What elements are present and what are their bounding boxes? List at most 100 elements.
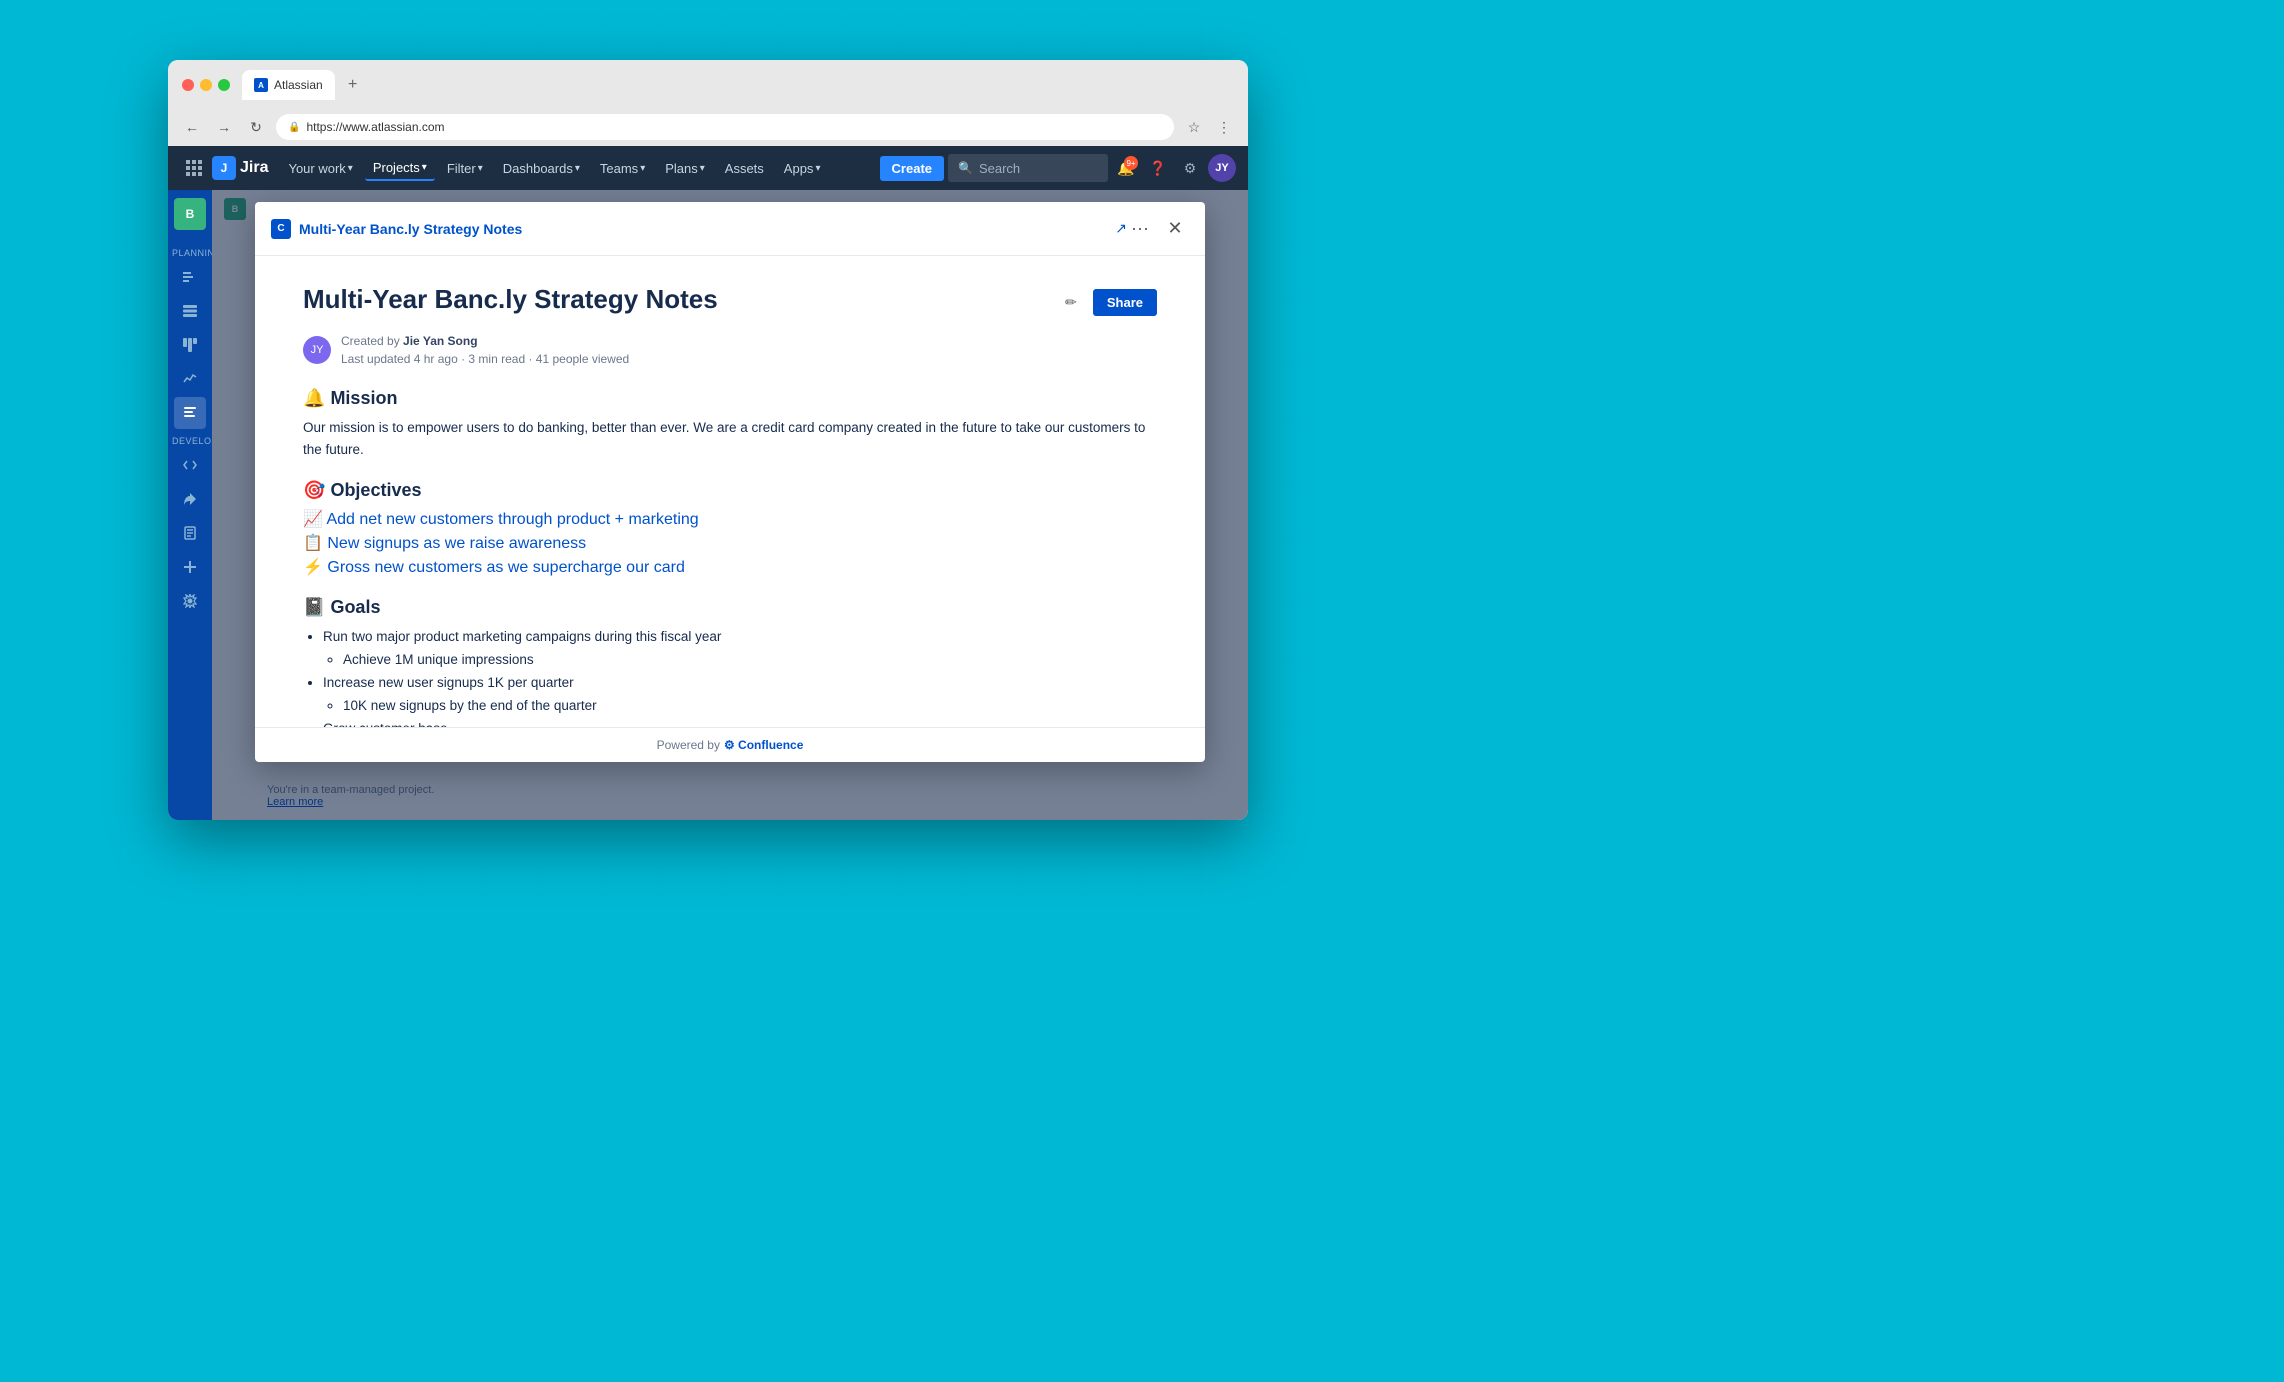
modal-header: C Multi-Year Banc.ly Strategy Notes ↗ ··…	[255, 202, 1205, 256]
search-placeholder: Search	[979, 161, 1020, 176]
jira-navbar: J Jira Your work ▾ Projects ▾ Filter ▾ D…	[168, 146, 1248, 190]
author-avatar: JY	[303, 336, 331, 364]
lock-icon: 🔒	[288, 122, 300, 133]
sidebar-develop-label: DEVELOP	[168, 430, 212, 448]
objective-link-3[interactable]: Gross new customers as we supercharge ou…	[327, 559, 684, 576]
nav-filter[interactable]: Filter ▾	[439, 157, 491, 180]
sidebar-item-add[interactable]	[174, 551, 206, 583]
sidebar-item-backlog[interactable]	[174, 295, 206, 327]
address-bar[interactable]: 🔒 https://www.atlassian.com	[276, 114, 1174, 140]
modal-footer: Powered by ⚙ Confluence	[255, 727, 1205, 762]
sidebar-item-pages[interactable]	[174, 517, 206, 549]
objective-link-2[interactable]: New signups as we raise awareness	[327, 535, 586, 552]
forward-button[interactable]: →	[212, 115, 236, 139]
reload-button[interactable]: ↻	[244, 115, 268, 139]
user-avatar[interactable]: JY	[1208, 154, 1236, 182]
nav-apps[interactable]: Apps ▾	[776, 157, 829, 180]
obj-icon-1: 📈	[303, 511, 323, 528]
author-prefix: Created by	[341, 334, 403, 348]
page-content: B S... C Multi-Year Banc.ly Strategy Not…	[212, 190, 1248, 820]
url-text: https://www.atlassian.com	[306, 120, 444, 134]
more-options-button[interactable]: ···	[1127, 214, 1153, 243]
external-link-icon[interactable]: ↗	[1115, 220, 1127, 237]
modal-wrapper: C Multi-Year Banc.ly Strategy Notes ↗ ··…	[212, 190, 1248, 820]
create-button[interactable]: Create	[880, 156, 944, 181]
new-tab-button[interactable]: +	[339, 71, 367, 99]
list-item: 10K new signups by the end of the quarte…	[343, 695, 1157, 718]
traffic-lights	[182, 79, 230, 91]
mission-content: Our mission is to empower users to do ba…	[303, 417, 1157, 460]
browser-tab[interactable]: A Atlassian	[242, 70, 335, 100]
search-bar[interactable]: 🔍 Search	[948, 154, 1108, 182]
minimize-traffic-light[interactable]	[200, 79, 212, 91]
modal-body[interactable]: Multi-Year Banc.ly Strategy Notes ✏ Shar…	[255, 256, 1205, 727]
nav-plans[interactable]: Plans ▾	[657, 157, 713, 180]
doc-meta-line2: Last updated 4 hr ago · 3 min read · 41 …	[341, 350, 629, 368]
sidebar-item-issues[interactable]	[174, 397, 206, 429]
jira-logo-icon: J	[212, 156, 236, 180]
list-item: Increase new user signups 1K per quarter…	[323, 672, 1157, 718]
objectives-icon: 🎯	[303, 480, 325, 500]
doc-meta: JY Created by Jie Yan Song Last updated …	[303, 332, 1157, 368]
nav-assets[interactable]: Assets	[717, 157, 772, 180]
obj-icon-3: ⚡	[303, 559, 323, 576]
browser-titlebar: A Atlassian +	[168, 60, 1248, 108]
goals-title: 📓 Goals	[303, 597, 1157, 618]
objectives-section: 🎯 Objectives 📈 Add net new customers thr…	[303, 480, 1157, 577]
mission-icon: 🔔	[303, 388, 325, 408]
tab-label: Atlassian	[274, 78, 323, 92]
nav-teams[interactable]: Teams ▾	[592, 157, 653, 180]
confluence-logo: ⚙ Confluence	[724, 738, 803, 752]
sidebar-item-code[interactable]	[174, 449, 206, 481]
share-button[interactable]: Share	[1093, 289, 1157, 316]
jira-logo-text: Jira	[240, 159, 268, 177]
chevron-down-icon: ▾	[815, 163, 820, 174]
powered-by: Powered by ⚙ Confluence	[657, 738, 804, 752]
more-button[interactable]: ⋮	[1212, 115, 1236, 139]
chevron-down-icon: ▾	[700, 163, 705, 174]
browser-toolbar: ← → ↻ 🔒 https://www.atlassian.com ☆ ⋮	[168, 108, 1248, 146]
close-modal-button[interactable]: ✕	[1161, 215, 1189, 243]
sidebar-item-board[interactable]	[174, 329, 206, 361]
help-button[interactable]: ❓	[1144, 154, 1172, 182]
chevron-down-icon: ▾	[640, 163, 645, 174]
mission-section: 🔔 Mission Our mission is to empower user…	[303, 388, 1157, 460]
tab-favicon: A	[254, 78, 268, 92]
modal-header-title: Multi-Year Banc.ly Strategy Notes	[299, 221, 1111, 237]
back-button[interactable]: ←	[180, 115, 204, 139]
sidebar-project-icon[interactable]: B	[174, 198, 206, 230]
list-item: Achieve 1M unique impressions	[343, 649, 1157, 672]
toolbar-actions: ☆ ⋮	[1182, 115, 1236, 139]
objectives-links: 📈 Add net new customers through product …	[303, 509, 1157, 577]
powered-by-text: Powered by	[657, 738, 720, 752]
bookmark-button[interactable]: ☆	[1182, 115, 1206, 139]
edit-button[interactable]: ✏	[1057, 288, 1085, 316]
chevron-down-icon: ▾	[348, 163, 353, 174]
search-icon: 🔍	[958, 161, 973, 175]
sidebar-item-releases[interactable]	[174, 483, 206, 515]
chevron-down-icon: ▾	[422, 162, 427, 173]
author-name: Jie Yan Song	[403, 334, 477, 348]
notifications-button[interactable]: 🔔 9+	[1112, 154, 1140, 182]
sidebar-item-reports[interactable]	[174, 363, 206, 395]
sidebar-planning-label: PLANNING	[168, 242, 212, 260]
close-traffic-light[interactable]	[182, 79, 194, 91]
doc-title: Multi-Year Banc.ly Strategy Notes	[303, 284, 718, 315]
list-item: Grow customer base Double our total acti…	[323, 718, 1157, 727]
nav-your-work[interactable]: Your work ▾	[280, 157, 360, 180]
goals-section: 📓 Goals Run two major product marketing …	[303, 597, 1157, 727]
nav-dashboards[interactable]: Dashboards ▾	[495, 157, 588, 180]
chevron-down-icon: ▾	[575, 163, 580, 174]
jira-logo[interactable]: J Jira	[212, 156, 268, 180]
settings-button[interactable]: ⚙	[1176, 154, 1204, 182]
nav-projects[interactable]: Projects ▾	[365, 156, 435, 181]
doc-title-actions: ✏ Share	[1057, 288, 1157, 316]
grid-icon[interactable]	[180, 154, 208, 182]
maximize-traffic-light[interactable]	[218, 79, 230, 91]
sidebar-item-roadmap[interactable]	[174, 261, 206, 293]
goals-sublist: 10K new signups by the end of the quarte…	[343, 695, 1157, 718]
sidebar-item-project-settings[interactable]	[174, 585, 206, 617]
objective-link-1[interactable]: Add net new customers through product + …	[326, 511, 698, 528]
doc-meta-text: Created by Jie Yan Song Last updated 4 h…	[341, 332, 629, 368]
tab-bar: A Atlassian +	[242, 70, 367, 100]
